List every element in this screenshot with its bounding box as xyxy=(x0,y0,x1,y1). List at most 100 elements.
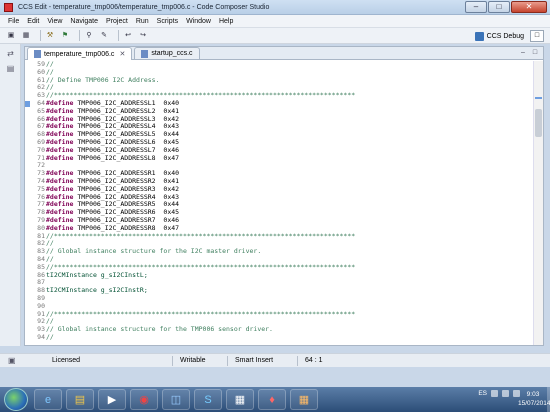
save-icon[interactable]: ▦ xyxy=(21,31,31,41)
code-comment: // xyxy=(46,239,54,248)
code-line: 81//************************************… xyxy=(25,232,533,241)
code-comment: //**************************************… xyxy=(46,262,356,271)
vertical-scrollbar[interactable] xyxy=(533,61,543,345)
toolbar-separator xyxy=(118,30,119,41)
network-icon[interactable]: ◫ xyxy=(162,389,190,410)
line-gutter xyxy=(25,256,33,264)
code-text: // Define TMP006 I2C Address. xyxy=(46,76,533,85)
menu-help[interactable]: Help xyxy=(215,18,237,25)
code-line: 59// xyxy=(25,61,533,69)
window-title: CCS Edit - temperature_tmp006/temperatur… xyxy=(18,3,270,11)
toolbar-separator xyxy=(79,30,80,41)
new-icon[interactable]: ▣ xyxy=(6,31,16,41)
code-text: #define TMP006_I2C_ADDRESSL8 0x47 xyxy=(46,153,533,163)
windows-taskbar: e ▤ ▶ ◉ ◫ S ▦ ♦ ▦ ES 9:03 15/07/2014 xyxy=(0,387,550,412)
line-gutter xyxy=(25,201,33,209)
menu-view[interactable]: View xyxy=(43,18,66,25)
define-body: TMP006_I2C_ADDRESSR2 0x41 xyxy=(77,176,180,185)
line-gutter xyxy=(25,225,33,233)
preprocessor-keyword: #define xyxy=(46,153,74,162)
project-explorer-icon[interactable]: ▤ xyxy=(5,63,16,74)
line-gutter xyxy=(25,147,33,155)
code-comment: //**************************************… xyxy=(46,309,356,318)
bookmark-marker-icon[interactable] xyxy=(25,100,30,107)
code-line: 88 tI2CMInstance g_sI2CInstR; xyxy=(25,286,533,295)
menu-window[interactable]: Window xyxy=(182,18,215,25)
menu-scripts[interactable]: Scripts xyxy=(153,18,182,25)
define-body: TMP006_I2C_ADDRESSL6 0x45 xyxy=(77,137,180,146)
debug-perspective-icon xyxy=(474,31,484,41)
define-body: TMP006_I2C_ADDRESSL7 0x46 xyxy=(77,145,180,154)
fast-view-icon[interactable]: ▣ xyxy=(8,356,17,365)
internet-explorer-icon[interactable]: e xyxy=(34,389,62,410)
network-tray-icon[interactable] xyxy=(502,390,509,397)
code-text: //**************************************… xyxy=(46,232,533,241)
minimize-editor-icon[interactable]: – xyxy=(518,48,528,57)
tab-temperature-tmp006[interactable]: temperature_tmp006.c ✕ xyxy=(27,47,133,60)
code-text: //**************************************… xyxy=(46,309,533,319)
code-comment: // Global instance structure for the TMP… xyxy=(46,325,273,334)
line-gutter xyxy=(25,139,33,147)
maximize-button[interactable]: □ xyxy=(488,1,510,13)
line-gutter xyxy=(25,279,33,287)
debug-icon[interactable]: ⚑ xyxy=(60,31,70,41)
media-player-icon[interactable]: ▶ xyxy=(98,389,126,410)
search-icon[interactable]: ⚲ xyxy=(84,31,94,41)
ti-icon[interactable]: ♦ xyxy=(258,389,286,410)
line-gutter xyxy=(25,162,33,170)
menu-navigate[interactable]: Navigate xyxy=(66,18,102,25)
forward-icon[interactable]: ↪ xyxy=(138,31,148,41)
chrome-icon[interactable]: ◉ xyxy=(130,389,158,410)
code-comment: // xyxy=(46,317,54,326)
build-icon[interactable]: ⚒ xyxy=(45,31,55,41)
tray-icon[interactable] xyxy=(491,390,498,397)
menu-bar: File Edit View Navigate Project Run Scri… xyxy=(0,15,550,28)
define-body: TMP006_I2C_ADDRESSR4 0x43 xyxy=(77,192,180,201)
writable-status: Writable xyxy=(180,357,206,364)
define-body: TMP006_I2C_ADDRESSL4 0x43 xyxy=(77,122,180,131)
start-button[interactable] xyxy=(4,388,28,411)
preprocessor-keyword: #define xyxy=(46,176,74,185)
line-gutter xyxy=(25,209,33,217)
line-gutter xyxy=(25,84,33,92)
scrollbar-thumb[interactable] xyxy=(535,109,542,137)
tab-label: startup_ccs.c xyxy=(151,50,193,57)
perspective-ccs-debug[interactable]: CCS Debug xyxy=(474,30,524,42)
code-line: 71 #define TMP006_I2C_ADDRESSL8 0x47 xyxy=(25,153,533,163)
code-comment: //**************************************… xyxy=(46,91,356,100)
cursor-position: 64 : 1 xyxy=(305,357,323,364)
code-line: 94// xyxy=(25,333,533,342)
close-tab-icon[interactable]: ✕ xyxy=(119,50,125,58)
restore-icon[interactable]: ⇄ xyxy=(5,48,16,59)
tab-startup-ccs[interactable]: startup_ccs.c xyxy=(134,47,200,59)
open-perspective-button[interactable]: □ xyxy=(530,30,544,42)
define-body: TMP006_I2C_ADDRESSL8 0x47 xyxy=(77,153,180,162)
system-clock[interactable]: 9:03 15/07/2014 xyxy=(518,390,550,408)
language-indicator[interactable]: ES xyxy=(478,390,487,397)
code-composer-icon[interactable]: ▦ xyxy=(290,389,318,410)
minimize-button[interactable]: – xyxy=(465,1,487,13)
preprocessor-keyword: #define xyxy=(46,106,74,115)
menu-file[interactable]: File xyxy=(4,18,23,25)
calculator-icon[interactable]: ▦ xyxy=(226,389,254,410)
line-gutter xyxy=(25,295,33,303)
line-gutter xyxy=(25,233,33,241)
code-text-area[interactable]: 59//60//61// Define TMP006 I2C Address. 6… xyxy=(25,61,533,345)
define-body: TMP006_I2C_ADDRESSR5 0x44 xyxy=(77,200,180,209)
menu-edit[interactable]: Edit xyxy=(23,18,43,25)
folder-icon[interactable]: ▤ xyxy=(66,389,94,410)
maximize-editor-icon[interactable]: □ xyxy=(530,48,540,57)
clock-time: 9:03 xyxy=(526,391,540,398)
preprocessor-keyword: #define xyxy=(46,215,74,224)
preprocessor-keyword: #define xyxy=(46,169,74,178)
close-button[interactable]: ✕ xyxy=(511,1,547,13)
skype-icon[interactable]: S xyxy=(194,389,222,410)
menu-project[interactable]: Project xyxy=(102,18,132,25)
code-editor: temperature_tmp006.c ✕ startup_ccs.c – □… xyxy=(24,46,544,346)
code-text: tI2CMInstance g_sI2CInstR; xyxy=(46,286,533,295)
overview-ruler-marker xyxy=(535,97,542,99)
back-icon[interactable]: ↩ xyxy=(123,31,133,41)
menu-run[interactable]: Run xyxy=(132,18,153,25)
pencil-icon[interactable]: ✎ xyxy=(99,31,109,41)
code-text: // xyxy=(46,61,533,69)
